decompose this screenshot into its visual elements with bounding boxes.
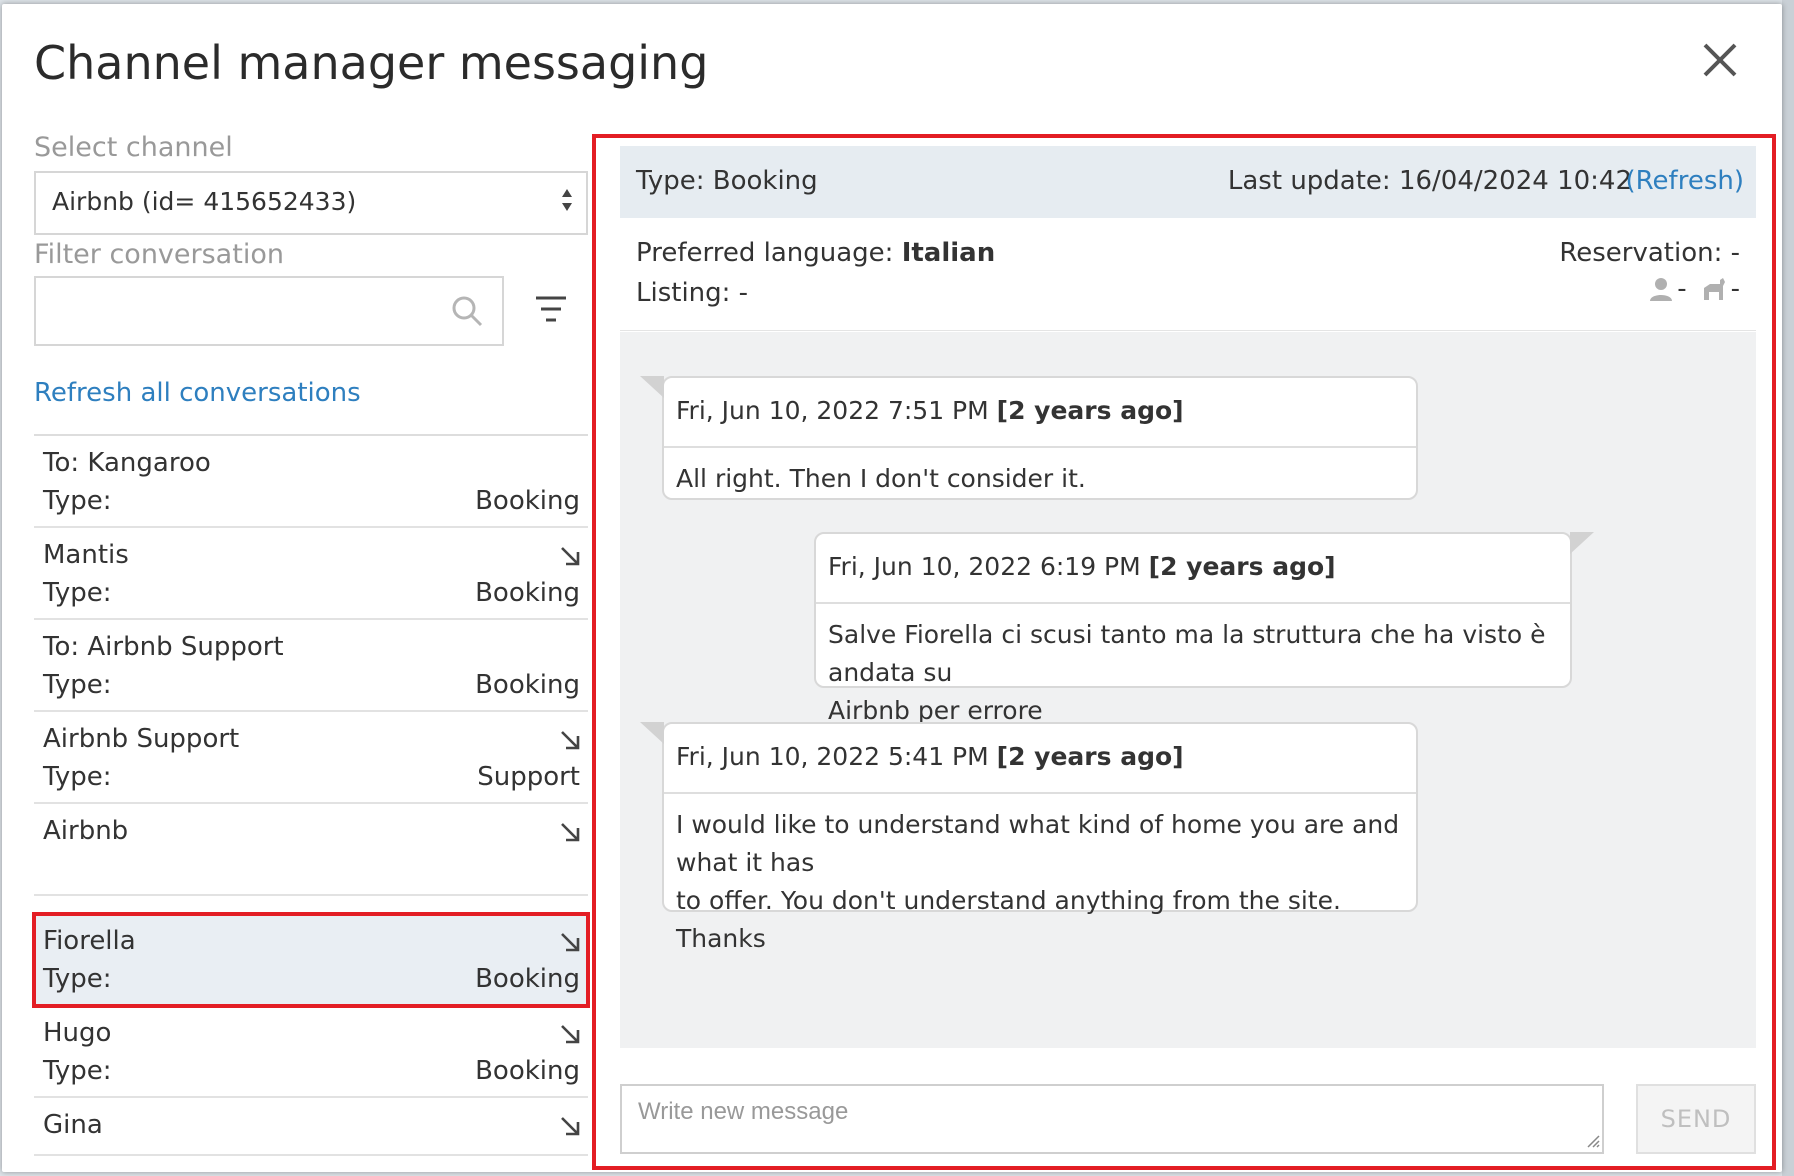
- message-received: Fri, Jun 10, 2022 7:51 PM [2 years ago] …: [640, 376, 1418, 500]
- guest-icon: [1650, 278, 1673, 301]
- conversation-name: Fiorella: [43, 926, 136, 956]
- preferred-language-value: Italian: [901, 238, 996, 268]
- conversation-header: Type: Booking Last update: 16/04/2024 10…: [620, 146, 1756, 218]
- search-icon: [452, 296, 483, 327]
- message-line: I would like to understand what kind of …: [676, 810, 1400, 877]
- preferred-language: Preferred language: Italian: [636, 238, 995, 268]
- refresh-link[interactable]: (Refresh): [1626, 166, 1744, 196]
- conversation-item-mantis[interactable]: Mantis Type: Booking: [34, 528, 588, 620]
- conversation-type-value: Booking: [475, 486, 580, 516]
- pet-count-value: -: [1730, 274, 1740, 304]
- resize-grip-icon[interactable]: [1586, 1134, 1600, 1148]
- listing: Listing: -: [636, 278, 749, 308]
- conversation-item-fiorella[interactable]: Fiorella Type: Booking: [32, 912, 590, 1008]
- message-ago: [2 years ago]: [1148, 552, 1336, 581]
- expand-arrow-icon: [561, 547, 580, 566]
- message-received: Fri, Jun 10, 2022 5:41 PM [2 years ago] …: [640, 722, 1418, 953]
- conversation-name: To: Airbnb Support: [43, 632, 284, 662]
- conversation-item-kangaroo[interactable]: To: Kangaroo Type: Booking: [34, 436, 588, 528]
- preferred-language-label: Preferred language:: [636, 238, 894, 268]
- expand-arrow-icon: [561, 1025, 580, 1044]
- conversation-meta: Preferred language: Italian Listing: - R…: [620, 218, 1756, 331]
- conversation-name: Hugo: [43, 1018, 112, 1048]
- conversation-type-label: Type:: [43, 1056, 112, 1086]
- message-sent: Fri, Jun 10, 2022 6:19 PM [2 years ago] …: [814, 532, 1594, 725]
- message-ago: [2 years ago]: [996, 742, 1184, 771]
- send-button[interactable]: SEND: [1636, 1084, 1756, 1154]
- modal-title: Channel manager messaging: [34, 36, 709, 90]
- message-tail: [640, 722, 664, 744]
- message-header: Fri, Jun 10, 2022 7:51 PM [2 years ago]: [664, 378, 1416, 448]
- conversation-name: Airbnb Support: [43, 724, 240, 754]
- message-header: Fri, Jun 10, 2022 5:41 PM [2 years ago]: [664, 724, 1416, 794]
- message-header: Fri, Jun 10, 2022 6:19 PM [2 years ago]: [816, 534, 1570, 604]
- message-tail: [1570, 532, 1594, 554]
- message-line: All right. Then I don't consider it.: [676, 464, 1086, 493]
- conversation-item-to-airbnb-support[interactable]: To: Airbnb Support Type: Booking: [34, 620, 588, 712]
- message-date: Fri, Jun 10, 2022 7:51 PM: [676, 396, 989, 425]
- backdrop: [1782, 0, 1794, 1176]
- select-channel-label: Select channel: [34, 132, 233, 163]
- expand-arrow-icon: [561, 1117, 580, 1136]
- conversation-type-value: Support: [477, 762, 580, 792]
- conversation-panel: Select channel Airbnb (id= 415652433) Fi…: [32, 132, 590, 1156]
- message-body: I would like to understand what kind of …: [664, 794, 1416, 970]
- conversation-detail-panel: Type: Booking Last update: 16/04/2024 10…: [592, 134, 1776, 1170]
- conversation-name: Mantis: [43, 540, 129, 570]
- pet-icon: [1703, 278, 1725, 300]
- new-message-input[interactable]: [620, 1084, 1604, 1154]
- conversation-type-value: Booking: [475, 670, 580, 700]
- last-update: Last update: 16/04/2024 10:42: [1227, 166, 1632, 196]
- message-date: Fri, Jun 10, 2022 6:19 PM: [828, 552, 1141, 581]
- filter-row: [34, 276, 590, 356]
- conversation-name: Airbnb: [43, 816, 129, 846]
- select-arrows-icon: [562, 189, 572, 211]
- filter-input[interactable]: [34, 276, 504, 346]
- refresh-all-conversations-link[interactable]: Refresh all conversations: [34, 378, 361, 408]
- conversation-type-value: Booking: [475, 1056, 580, 1086]
- expand-arrow-icon: [561, 823, 580, 842]
- conversation-type-value: Booking: [475, 964, 580, 994]
- channel-select-value: Airbnb (id= 415652433): [52, 187, 357, 216]
- conversation-name: To: Kangaroo: [43, 448, 211, 478]
- close-button[interactable]: [1698, 38, 1742, 82]
- conversation-item-gina[interactable]: Gina: [34, 1098, 588, 1156]
- pet-count: -: [1701, 274, 1740, 304]
- message-thread: Fri, Jun 10, 2022 7:51 PM [2 years ago] …: [620, 332, 1756, 1048]
- conversation-item-airbnb[interactable]: Airbnb: [34, 804, 588, 896]
- message-date: Fri, Jun 10, 2022 5:41 PM: [676, 742, 989, 771]
- guest-count-value: -: [1677, 274, 1687, 304]
- conversation-type-value: Booking: [475, 578, 580, 608]
- conversation-type-label: Type:: [43, 762, 112, 792]
- messaging-modal: Channel manager messaging Select channel…: [2, 4, 1782, 1172]
- message-line: Salve Fiorella ci scusi tanto ma la stru…: [828, 620, 1546, 687]
- conversation-list: To: Kangaroo Type: Booking Mantis Type: …: [32, 434, 590, 1156]
- expand-arrow-icon: [561, 933, 580, 952]
- conversation-type-label: Type:: [43, 964, 112, 994]
- message-ago: [2 years ago]: [996, 396, 1184, 425]
- conversation-name: Gina: [43, 1110, 103, 1140]
- conversation-item-airbnb-support[interactable]: Airbnb Support Type: Support: [34, 712, 588, 804]
- channel-select[interactable]: Airbnb (id= 415652433): [34, 171, 588, 235]
- message-tail: [640, 376, 664, 398]
- close-icon: [1703, 43, 1737, 77]
- conversation-type-label: Type:: [43, 578, 112, 608]
- conversation-item-hugo[interactable]: Hugo Type: Booking: [34, 1006, 588, 1098]
- guest-counts: - -: [1649, 274, 1740, 304]
- filter-conversation-label: Filter conversation: [34, 239, 284, 270]
- message-body: All right. Then I don't consider it.: [664, 448, 1416, 510]
- expand-arrow-icon: [561, 731, 580, 750]
- message-line: Thanks: [676, 924, 766, 953]
- guest-count: -: [1649, 274, 1687, 304]
- reservation: Reservation: -: [1559, 238, 1740, 268]
- filter-icon[interactable]: [534, 294, 568, 326]
- message-line: to offer. You don't understand anything …: [676, 886, 1341, 915]
- conversation-type-label: Type:: [43, 670, 112, 700]
- conversation-type: Type: Booking: [636, 166, 818, 196]
- conversation-type-label: Type:: [43, 486, 112, 516]
